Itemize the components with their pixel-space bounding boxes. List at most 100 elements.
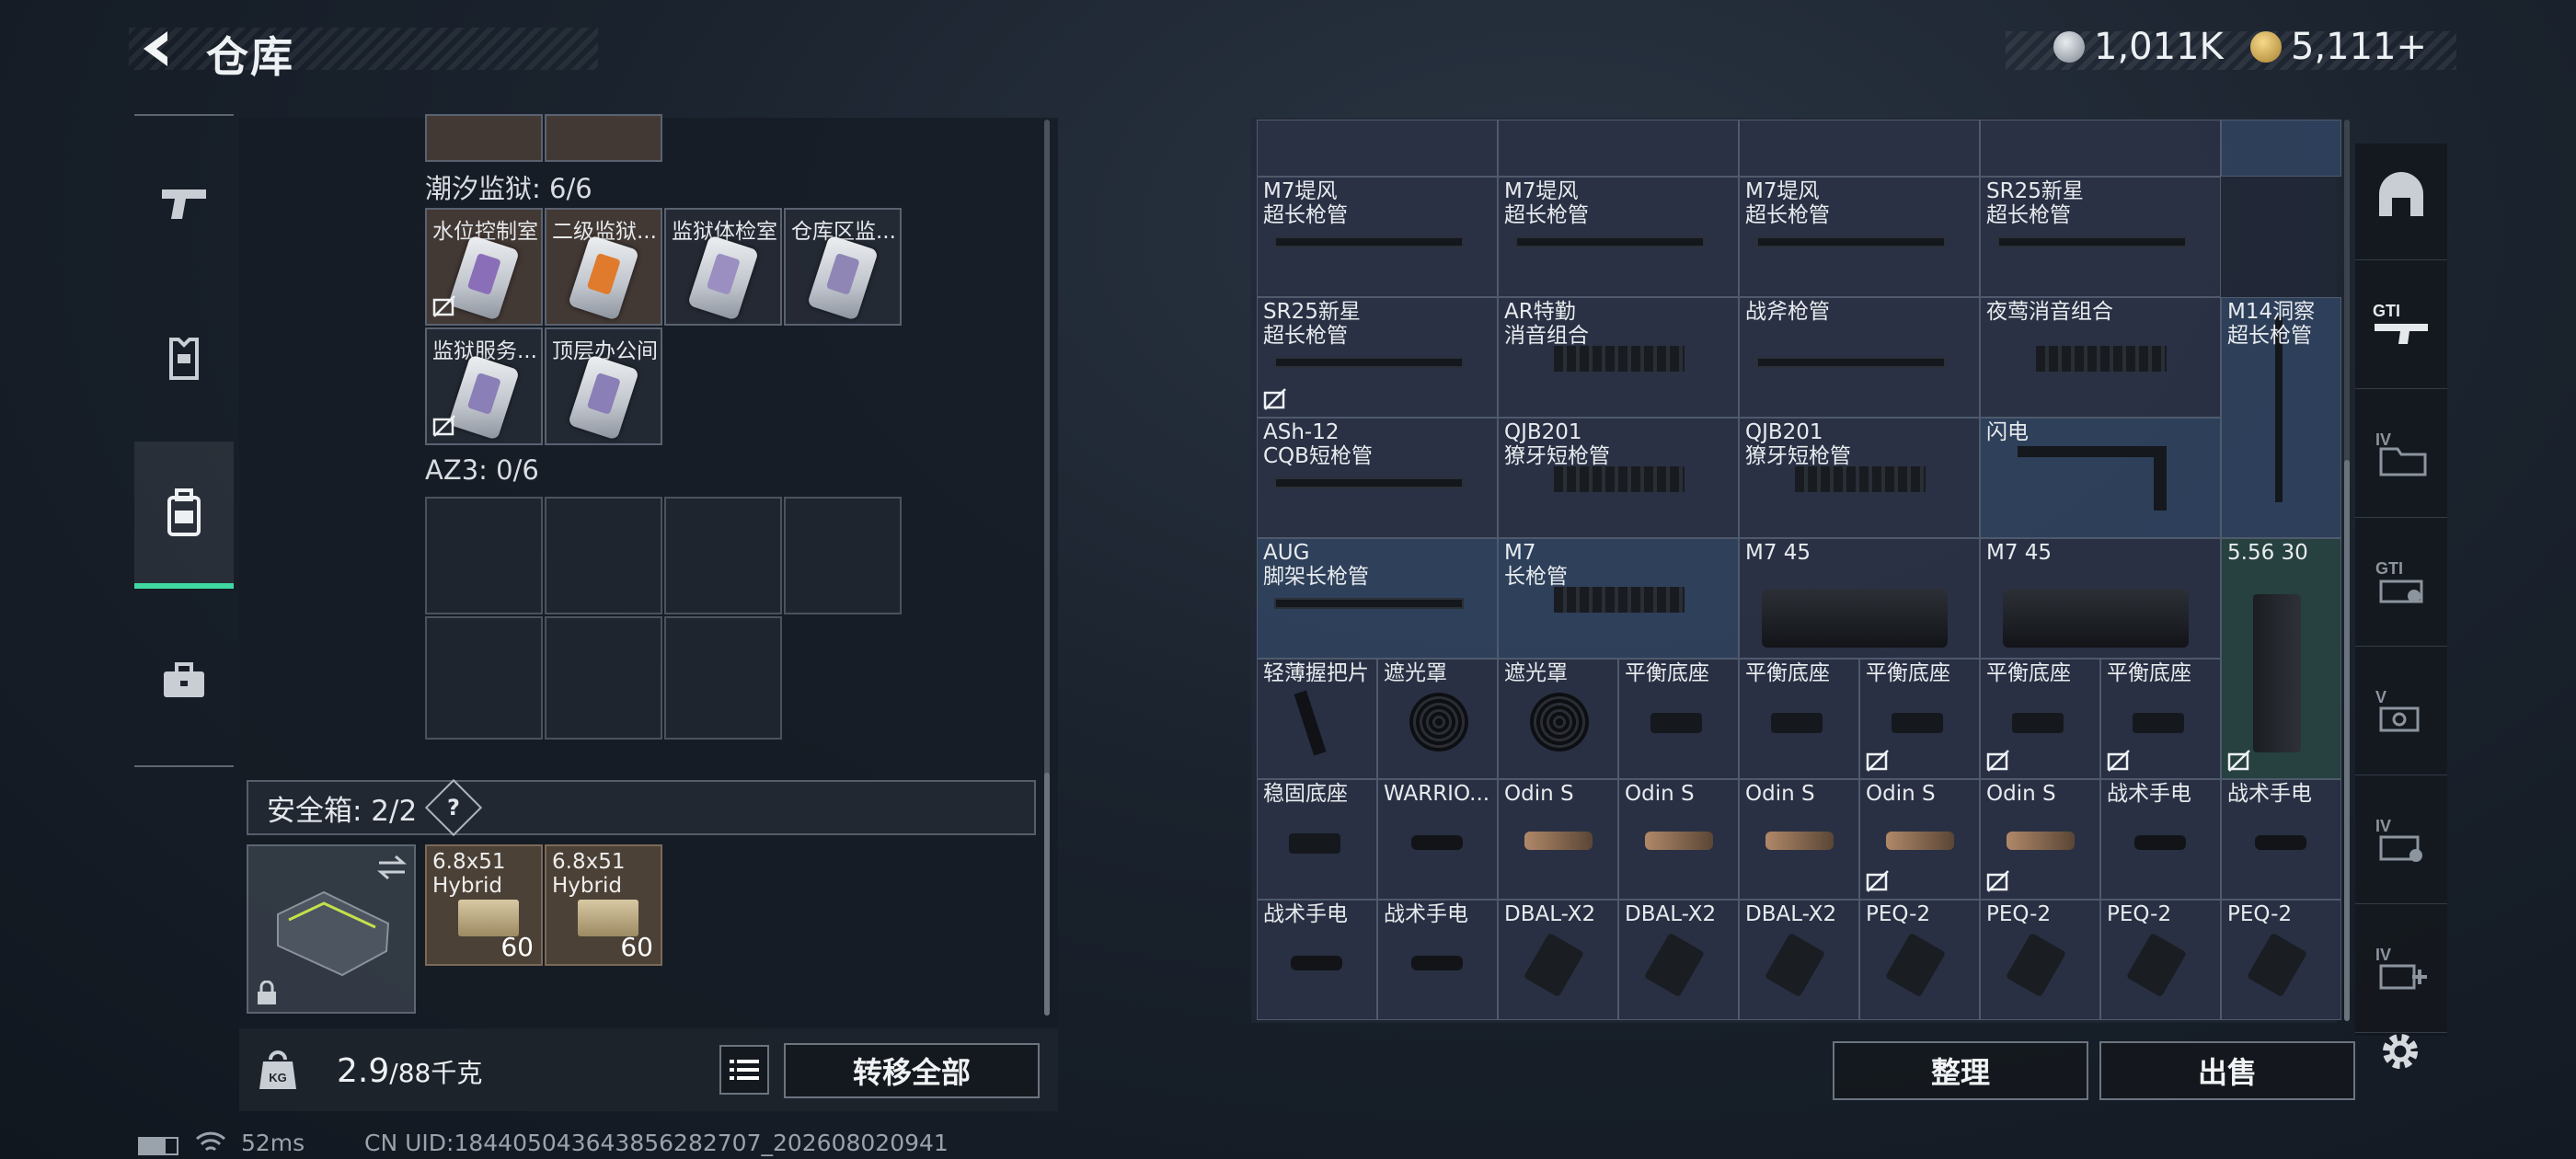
key-item[interactable]: 监狱体检室 xyxy=(664,208,782,326)
stash-item[interactable]: PEQ-2 xyxy=(1980,900,2100,1020)
currency-primary: 1,011K xyxy=(2053,26,2224,68)
item-name: PEQ-2 xyxy=(1866,902,1931,926)
stash-item[interactable]: SR25新星 超长枪管 xyxy=(1257,297,1498,418)
stash-item[interactable]: 战术手电 xyxy=(1257,900,1377,1020)
iv-case-tab[interactable]: IV xyxy=(2355,775,2447,904)
stash-item[interactable]: 平衡底座 xyxy=(1980,659,2100,779)
item-name: 遮光罩 xyxy=(1504,661,1568,685)
key-slot-partial[interactable] xyxy=(545,114,662,162)
empty-slot[interactable] xyxy=(545,616,662,740)
mount-icon xyxy=(1650,713,1702,733)
stash-item[interactable]: 轻薄握把片 xyxy=(1257,659,1377,779)
help-button[interactable]: ? xyxy=(425,778,483,837)
key-slot-partial[interactable] xyxy=(425,114,543,162)
empty-slot[interactable] xyxy=(425,616,543,740)
stash-item[interactable]: 战斧枪管 xyxy=(1739,297,1980,418)
gti-gun-tab[interactable]: GTI xyxy=(2355,259,2447,389)
key-item[interactable]: 二级监狱... xyxy=(545,208,662,326)
back-arrow-icon[interactable] xyxy=(136,28,178,70)
stock-icon xyxy=(2018,446,2167,511)
gti-camera-tab[interactable]: GTI xyxy=(2355,517,2447,647)
stash-item[interactable]: 遮光罩 xyxy=(1377,659,1498,779)
stash-item[interactable]: PEQ-2 xyxy=(2221,900,2341,1020)
stash-item[interactable]: Odin S xyxy=(1859,779,1980,900)
iv-plus-icon: IV xyxy=(2375,946,2427,990)
stash-item[interactable]: 闪电 xyxy=(1980,418,2221,538)
stash-item[interactable]: Odin S xyxy=(1739,779,1859,900)
stash-item-partial[interactable] xyxy=(1257,120,1498,177)
iv-folder-tab[interactable]: IV xyxy=(2355,388,2447,518)
grip-icon xyxy=(1294,690,1327,756)
stash-item[interactable]: DBAL-X2 xyxy=(1739,900,1859,1020)
stash-item[interactable]: PEQ-2 xyxy=(1859,900,1980,1020)
stash-item[interactable]: 5.56 30 xyxy=(2221,538,2341,779)
hood-icon xyxy=(1409,693,1468,752)
unbound-icon xyxy=(1986,750,2009,772)
swap-icon[interactable] xyxy=(375,854,408,881)
stash-item-partial[interactable] xyxy=(1980,120,2221,177)
stash-item[interactable]: 战术手电 xyxy=(1377,900,1498,1020)
empty-slot[interactable] xyxy=(784,497,902,614)
ammo-item[interactable]: 6.8x51 Hybrid 60 xyxy=(545,844,662,966)
iv-plus-tab[interactable]: IV xyxy=(2355,903,2447,1033)
stash-item[interactable]: QJB201 獠牙短枪管 xyxy=(1739,418,1980,538)
unbound-icon xyxy=(2107,750,2130,772)
stash-item[interactable]: Odin S xyxy=(1980,779,2100,900)
stash-item[interactable]: Odin S xyxy=(1618,779,1739,900)
stash-item[interactable]: AUG 脚架长枪管 xyxy=(1257,538,1498,659)
key-item[interactable]: 顶层办公间 xyxy=(545,327,662,445)
stash-item[interactable]: M7 45 xyxy=(1980,538,2221,659)
key-item[interactable]: 仓库区监... xyxy=(784,208,902,326)
stash-item[interactable]: M7堤风 超长枪管 xyxy=(1498,177,1739,297)
backpack-tab[interactable] xyxy=(134,442,234,589)
v-device-tab[interactable]: V xyxy=(2355,646,2447,775)
right-scrollbar-thumb[interactable] xyxy=(2344,460,2350,1021)
toolbox-tab[interactable] xyxy=(134,607,234,754)
helmet-tab[interactable] xyxy=(2355,131,2447,260)
stash-item[interactable]: 平衡底座 xyxy=(1859,659,1980,779)
stash-item[interactable]: M7堤风 超长枪管 xyxy=(1739,177,1980,297)
list-view-button[interactable] xyxy=(719,1045,769,1095)
settings-gear-icon[interactable] xyxy=(2377,1028,2423,1078)
weapon-tab[interactable] xyxy=(134,129,234,276)
stash-item[interactable]: 平衡底座 xyxy=(2100,659,2221,779)
stash-item[interactable]: DBAL-X2 xyxy=(1498,900,1618,1020)
empty-slot[interactable] xyxy=(545,497,662,614)
sort-button[interactable]: 整理 xyxy=(1833,1041,2088,1100)
stash-item[interactable]: 战术手电 xyxy=(2221,779,2341,900)
mount-icon xyxy=(1892,713,1943,733)
stash-item[interactable]: AR特勤 消音组合 xyxy=(1498,297,1739,418)
safe-box-slot[interactable] xyxy=(247,844,416,1014)
stash-item[interactable]: 遮光罩 xyxy=(1498,659,1618,779)
key-item[interactable]: 水位控制室 xyxy=(425,208,543,326)
stash-item-partial[interactable] xyxy=(1498,120,1739,177)
stash-item[interactable]: PEQ-2 xyxy=(2100,900,2221,1020)
stash-item[interactable]: Odin S xyxy=(1498,779,1618,900)
stash-item[interactable]: 战术手电 xyxy=(2100,779,2221,900)
transfer-all-button[interactable]: 转移全部 xyxy=(784,1043,1040,1098)
stash-item[interactable]: ASh-12 CQB短枪管 xyxy=(1257,418,1498,538)
stash-item-partial[interactable] xyxy=(1739,120,1980,177)
empty-slot[interactable] xyxy=(664,616,782,740)
stash-item[interactable]: 平衡底座 xyxy=(1739,659,1859,779)
ammo-item[interactable]: 6.8x51 Hybrid 60 xyxy=(425,844,543,966)
armor-tab[interactable] xyxy=(134,285,234,432)
stash-item[interactable]: 平衡底座 xyxy=(1618,659,1739,779)
stash-item[interactable]: 稳固底座 xyxy=(1257,779,1377,900)
stash-item[interactable]: M7 长枪管 xyxy=(1498,538,1739,659)
empty-slot[interactable] xyxy=(425,497,543,614)
stash-item[interactable]: M7堤风 超长枪管 xyxy=(1257,177,1498,297)
stash-item[interactable]: M7 45 xyxy=(1739,538,1980,659)
sell-button[interactable]: 出售 xyxy=(2099,1041,2355,1100)
key-item[interactable]: 监狱服务... xyxy=(425,327,543,445)
left-scrollbar-thumb[interactable] xyxy=(1044,773,1050,1016)
stash-item-partial[interactable] xyxy=(2221,120,2341,177)
stash-item[interactable]: DBAL-X2 xyxy=(1618,900,1739,1020)
stash-item[interactable]: WARRIO... xyxy=(1377,779,1498,900)
stash-item[interactable]: SR25新星 超长枪管 xyxy=(1980,177,2221,297)
stash-item[interactable]: QJB201 獠牙短枪管 xyxy=(1498,418,1739,538)
empty-slot[interactable] xyxy=(664,497,782,614)
barrel-icon xyxy=(1276,359,1462,366)
stash-item[interactable]: M14洞察 超长枪管 xyxy=(2221,297,2341,538)
stash-item[interactable]: 夜莺消音组合 xyxy=(1980,297,2221,418)
